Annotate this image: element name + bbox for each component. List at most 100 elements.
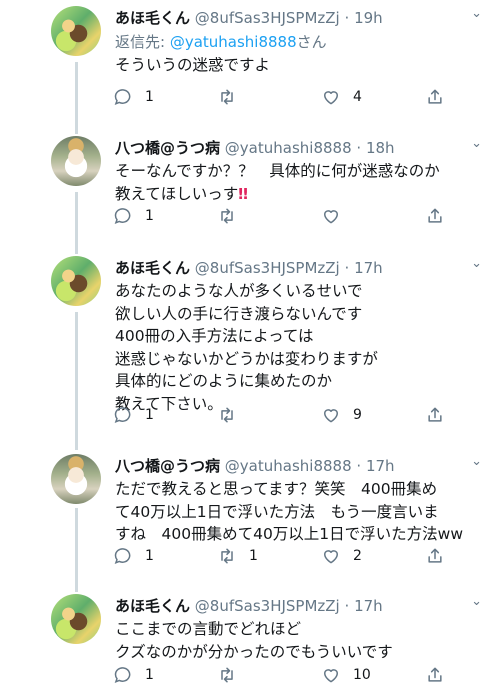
tweet-actions: 1 [113, 205, 453, 227]
avatar[interactable] [51, 256, 101, 306]
retweet-count: 1 [249, 548, 258, 564]
retweet-icon [217, 665, 237, 685]
user-handle[interactable]: @8ufSas3HJSPMzZj [195, 259, 340, 277]
display-name[interactable]: 八つ橋@うつ病 [115, 457, 220, 475]
timestamp[interactable]: 17h [366, 457, 395, 475]
like-button[interactable]: 4 [321, 86, 362, 108]
user-handle[interactable]: @yatuhashi8888 [225, 139, 352, 157]
share-icon [425, 87, 445, 107]
reply-icon [113, 405, 133, 425]
retweet-icon [217, 405, 237, 425]
tweet-text: そーなんですか？？ 具体的に何が迷惑なのか 教えてほしいっす‼ [115, 160, 484, 205]
heart-icon [321, 665, 341, 685]
reply-to-line: 返信先: @yatuhashi8888さん [115, 30, 484, 54]
reply-button[interactable]: 1 [113, 86, 154, 108]
like-button[interactable] [321, 205, 353, 227]
separator-dot: · [356, 139, 362, 157]
reply-mention[interactable]: @yatuhashi8888 [170, 33, 297, 51]
retweet-button[interactable] [217, 205, 249, 227]
reply-icon [113, 206, 133, 226]
reply-button[interactable]: 1 [113, 545, 154, 567]
share-icon [425, 206, 445, 226]
timestamp[interactable]: 18h [366, 139, 395, 157]
reply-count: 1 [145, 89, 154, 105]
retweet-icon [217, 546, 237, 566]
share-icon [425, 405, 445, 425]
tweet-header: あほ毛くん @8ufSas3HJSPMzZj · 17h [115, 256, 484, 280]
share-icon [425, 665, 445, 685]
tweet-header: 八つ橋@うつ病 @yatuhashi8888 · 18h [115, 136, 484, 160]
reply-count: 1 [145, 407, 154, 423]
share-button[interactable] [425, 86, 445, 108]
retweet-icon [217, 87, 237, 107]
double-exclamation-emoji: ‼ [238, 184, 248, 203]
share-button[interactable] [425, 205, 445, 227]
timestamp[interactable]: 17h [354, 259, 383, 277]
avatar[interactable] [51, 136, 101, 186]
user-handle[interactable]: @8ufSas3HJSPMzZj [195, 9, 340, 27]
tweet-header: あほ毛くん @8ufSas3HJSPMzZj · 17h [115, 594, 484, 618]
reply-prefix: 返信先: [115, 33, 170, 51]
share-button[interactable] [425, 545, 445, 567]
tweet-actions: 1 4 [113, 86, 453, 108]
retweet-button[interactable] [217, 404, 249, 426]
tweet-actions: 1 9 [113, 404, 453, 426]
display-name[interactable]: 八つ橋@うつ病 [115, 139, 220, 157]
display-name[interactable]: あほ毛くん [115, 597, 190, 615]
chevron-down-icon[interactable]: ⌄ [471, 454, 482, 469]
chevron-down-icon[interactable]: ⌄ [471, 136, 482, 151]
display-name[interactable]: あほ毛くん [115, 9, 190, 27]
thread-line [75, 508, 78, 592]
like-count: 9 [353, 407, 362, 423]
display-name[interactable]: あほ毛くん [115, 259, 190, 277]
reply-icon [113, 87, 133, 107]
separator-dot: · [344, 259, 350, 277]
tweet-header: あほ毛くん @8ufSas3HJSPMzZj · 19h [115, 6, 484, 30]
reply-button[interactable]: 1 [113, 205, 154, 227]
like-button[interactable]: 9 [321, 404, 362, 426]
chevron-down-icon[interactable]: ⌄ [471, 256, 482, 271]
reply-count: 1 [145, 667, 154, 683]
reply-suffix: さん [296, 33, 327, 51]
avatar[interactable] [51, 6, 101, 56]
reply-icon [113, 546, 133, 566]
share-icon [425, 546, 445, 566]
retweet-button[interactable] [217, 664, 249, 686]
chevron-down-icon[interactable]: ⌄ [471, 6, 482, 21]
tweet-text: ここまでの言動でどれほど クズなのかが分かったのでもういいです [115, 620, 393, 661]
avatar[interactable] [51, 594, 101, 644]
like-count: 2 [353, 548, 362, 564]
heart-icon [321, 405, 341, 425]
timestamp[interactable]: 17h [354, 597, 383, 615]
user-handle[interactable]: @yatuhashi8888 [225, 457, 352, 475]
like-count: 4 [353, 89, 362, 105]
thread-line [75, 312, 78, 450]
reply-button[interactable]: 1 [113, 664, 154, 686]
tweet-text: そういうの迷惑ですよ [115, 56, 271, 74]
separator-dot: · [344, 9, 350, 27]
retweet-button[interactable]: 1 [217, 545, 258, 567]
tweet-text-content: そーなんですか？？ 具体的に何が迷惑なのか 教えてほしいっす [115, 162, 440, 203]
like-button[interactable]: 10 [321, 664, 371, 686]
heart-icon [321, 87, 341, 107]
chevron-down-icon[interactable]: ⌄ [471, 594, 482, 609]
share-button[interactable] [425, 404, 445, 426]
retweet-button[interactable] [217, 86, 249, 108]
retweet-icon [217, 206, 237, 226]
reply-count: 1 [145, 548, 154, 564]
share-button[interactable] [425, 664, 445, 686]
thread-line [75, 62, 78, 134]
timestamp[interactable]: 19h [354, 9, 383, 27]
reply-icon [113, 665, 133, 685]
tweet-actions: 1 10 [113, 664, 453, 686]
heart-icon [321, 546, 341, 566]
user-handle[interactable]: @8ufSas3HJSPMzZj [195, 597, 340, 615]
avatar[interactable] [51, 454, 101, 504]
tweet-text: ただで教えると思ってます？笑笑 400冊集め て40万以上1日で浮いた方法 もう… [115, 480, 464, 543]
tweet-actions: 1 1 2 [113, 545, 453, 567]
separator-dot: · [344, 597, 350, 615]
reply-count: 1 [145, 208, 154, 224]
tweet-text: あなたのような人が多くいるせいで 欲しい人の手に行き渡らないんです 400冊の入… [115, 282, 378, 413]
like-button[interactable]: 2 [321, 545, 362, 567]
reply-button[interactable]: 1 [113, 404, 154, 426]
